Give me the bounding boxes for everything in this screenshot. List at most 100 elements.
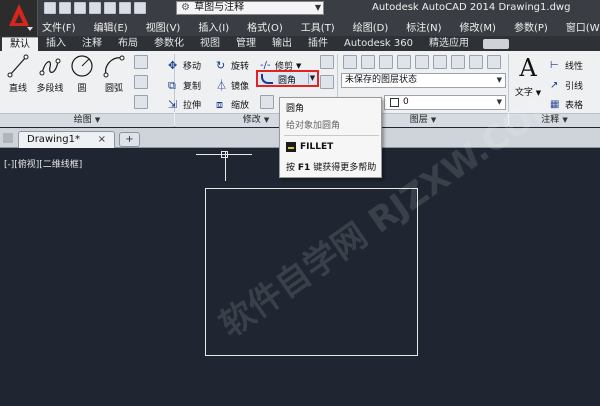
menu-insert[interactable]: 插入(I) xyxy=(189,19,238,34)
menu-draw[interactable]: 绘图(D) xyxy=(344,19,398,34)
line-icon xyxy=(7,54,29,78)
chevron-down-icon: ▼ xyxy=(263,116,270,124)
menu-window[interactable]: 窗口(W) xyxy=(557,19,600,34)
open-file-icon[interactable] xyxy=(59,2,71,14)
plot-icon[interactable] xyxy=(104,2,116,14)
menu-file[interactable]: 文件(F) xyxy=(38,19,85,34)
polyline-tool[interactable]: 多段线 xyxy=(34,53,66,94)
polyline-icon xyxy=(39,58,61,76)
fillet-label: 圆角 xyxy=(278,76,297,86)
ellipse-icon[interactable] xyxy=(134,75,148,89)
line-tool[interactable]: 直线 xyxy=(2,53,34,94)
linear-dimension-tool[interactable]: ⊢ 线性 xyxy=(550,58,583,73)
layer-state-value: 未保存的图层状态 xyxy=(345,75,418,85)
menu-format[interactable]: 格式(O) xyxy=(238,19,292,34)
layer-state-select[interactable]: 未保存的图层状态 ▼ xyxy=(341,73,506,88)
save-as-icon[interactable] xyxy=(89,2,101,14)
move-icon: ✥ xyxy=(168,58,178,72)
rotate-tool[interactable]: ↻ 旋转 xyxy=(216,58,249,73)
quick-access-toolbar xyxy=(44,2,146,15)
drawing-canvas[interactable]: [-][俯视][二维线框] 软件自学网 RJZXW.COM xyxy=(0,79,600,406)
layer-unlock-icon[interactable] xyxy=(487,55,501,69)
workspace-select[interactable]: ⚙ 草图与注释 ▼ xyxy=(176,1,324,15)
move-tool[interactable]: ✥ 移动 xyxy=(168,58,201,73)
linear-dimension-icon: ⊢ xyxy=(550,59,559,71)
draw-panel-footer[interactable]: 绘图 ▼ xyxy=(0,113,174,127)
chevron-down-icon xyxy=(27,27,33,31)
viewport-controls[interactable]: [-][俯视][二维线框] xyxy=(4,157,82,170)
chevron-down-icon: ▼ xyxy=(430,116,437,124)
erase-icon[interactable] xyxy=(320,55,334,69)
menu-dimension[interactable]: 标注(N) xyxy=(397,19,450,34)
ribbon-toggle-button[interactable] xyxy=(482,39,509,49)
tab-insert[interactable]: 插入 xyxy=(38,37,74,51)
workspace-label: 草图与注释 xyxy=(194,2,245,13)
tab-autodesk-360[interactable]: Autodesk 360 xyxy=(336,37,421,51)
layer-isolate-icon[interactable] xyxy=(397,55,411,69)
tab-plugins[interactable]: 插件 xyxy=(300,37,336,51)
application-menu-button[interactable] xyxy=(0,0,38,36)
new-file-icon[interactable] xyxy=(44,2,56,14)
scale-tool[interactable]: ⧈ 缩放 xyxy=(216,97,249,112)
menu-view[interactable]: 视图(V) xyxy=(137,19,190,34)
tab-view[interactable]: 视图 xyxy=(192,37,228,51)
new-tab-button[interactable]: + xyxy=(119,132,140,147)
tab-output[interactable]: 输出 xyxy=(264,37,300,51)
menu-icon[interactable] xyxy=(3,133,13,143)
current-layer-value: 0 xyxy=(403,97,409,107)
copy-tool[interactable]: ⧉ 复制 xyxy=(168,78,201,93)
tab-manage[interactable]: 管理 xyxy=(228,37,264,51)
arc-label: 圆弧 xyxy=(104,84,123,94)
tab-parametric[interactable]: 参数化 xyxy=(146,37,192,51)
arc-tool[interactable]: 圆弧 xyxy=(98,53,130,94)
text-icon: A xyxy=(519,54,537,82)
close-icon[interactable]: × xyxy=(98,132,106,147)
menu-parametric[interactable]: 参数(P) xyxy=(505,19,557,34)
layer-previous-icon[interactable] xyxy=(379,55,393,69)
layer-match-icon[interactable] xyxy=(361,55,375,69)
current-layer-select[interactable]: 0 ▼ xyxy=(384,95,506,110)
menu-modify[interactable]: 修改(M) xyxy=(451,19,505,34)
fillet-tooltip: 圆角 给对象加圆角 FILLET 按 F1 键获得更多帮助 xyxy=(279,97,382,178)
stretch-tool[interactable]: ⇲ 拉伸 xyxy=(168,97,201,112)
layer-unisolate-icon[interactable] xyxy=(415,55,429,69)
menu-edit[interactable]: 编辑(E) xyxy=(85,19,137,34)
layer-color-swatch xyxy=(390,98,399,107)
redo-icon[interactable] xyxy=(134,2,146,14)
hatch-icon[interactable] xyxy=(134,95,148,109)
tab-featured-apps[interactable]: 精选应用 xyxy=(421,37,477,51)
undo-icon[interactable] xyxy=(119,2,131,14)
circle-tool[interactable]: 圆 xyxy=(66,53,98,94)
chevron-down-icon: ▼ xyxy=(94,116,101,124)
rotate-label: 旋转 xyxy=(231,62,250,72)
mirror-tool[interactable]: ⏃ 镜像 xyxy=(216,78,249,93)
scale-label: 缩放 xyxy=(231,101,250,111)
tab-default[interactable]: 默认 xyxy=(2,37,38,51)
copy-icon: ⧉ xyxy=(168,78,176,92)
layer-lock-icon[interactable] xyxy=(469,55,483,69)
document-tab[interactable]: Drawing1* × xyxy=(18,131,115,148)
tab-annotate[interactable]: 注释 xyxy=(74,37,110,51)
rectangle-icon[interactable] xyxy=(134,55,148,69)
fillet-button[interactable]: 圆角 ▼ xyxy=(256,70,319,87)
stretch-label: 拉伸 xyxy=(183,101,202,111)
array-icon[interactable] xyxy=(260,95,274,109)
polyline-label: 多段线 xyxy=(36,84,64,94)
layer-off-icon[interactable] xyxy=(451,55,465,69)
menu-tools[interactable]: 工具(T) xyxy=(292,19,344,34)
ribbon-tabs: 默认 插入 注释 布局 参数化 视图 管理 输出 插件 Autodesk 360… xyxy=(0,36,600,51)
tooltip-command-name: FILLET xyxy=(300,142,334,152)
chevron-down-icon: ▼ xyxy=(296,61,302,70)
layer-panel-title: 图层 xyxy=(409,115,428,125)
chevron-down-icon[interactable]: ▼ xyxy=(308,73,316,84)
tab-layout[interactable]: 布局 xyxy=(110,37,146,51)
layer-freeze-icon[interactable] xyxy=(433,55,447,69)
title-bar: ⚙ 草图与注释 ▼ Autodesk AutoCAD 2014 Drawing1… xyxy=(0,0,600,17)
layer-properties-icon[interactable] xyxy=(343,55,357,69)
tooltip-description: 给对象加圆角 xyxy=(286,121,341,131)
modify-panel-title: 修改 xyxy=(242,115,261,125)
save-icon[interactable] xyxy=(74,2,86,14)
mirror-icon: ⏃ xyxy=(216,78,227,92)
explode-icon[interactable] xyxy=(320,75,334,89)
leader-tool[interactable]: ↗ 引线 xyxy=(550,78,583,93)
